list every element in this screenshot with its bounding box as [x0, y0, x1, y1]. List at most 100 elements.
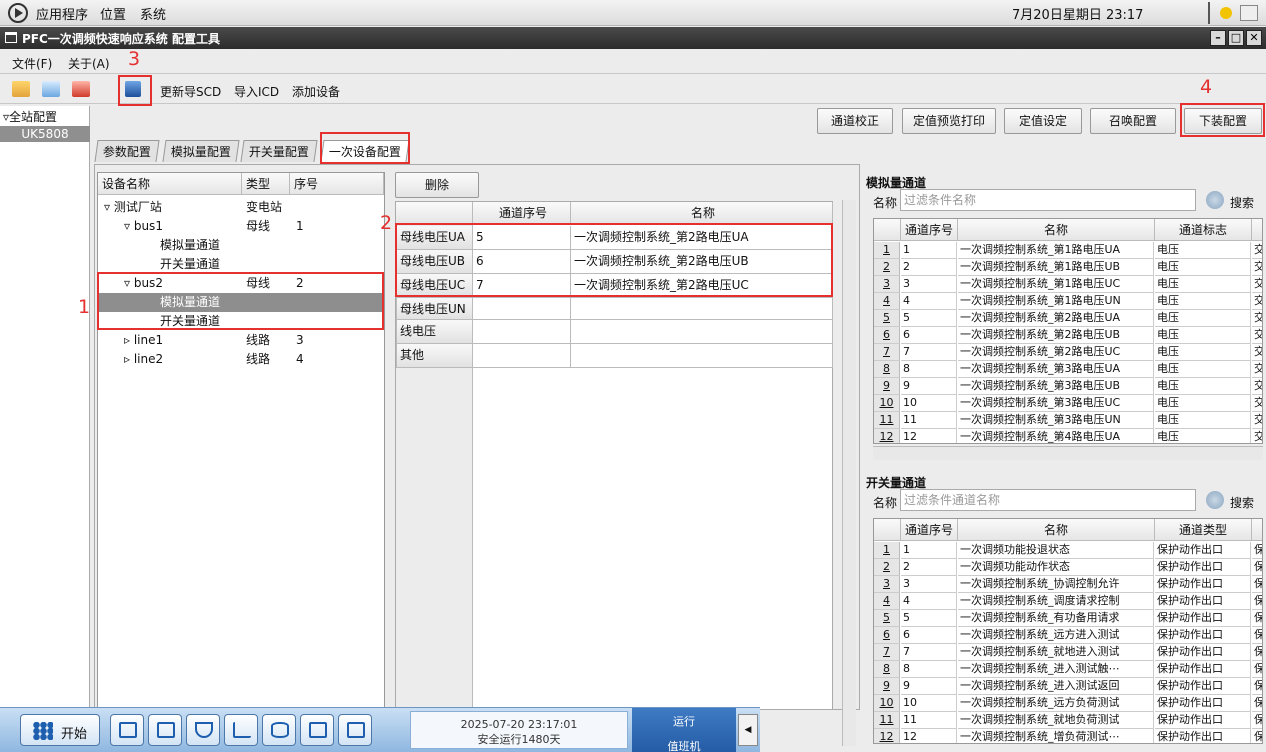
taskbar-monitor-icon[interactable]: [110, 714, 144, 746]
menu-applications[interactable]: 应用程序: [36, 4, 88, 23]
mapping-cell-no-line[interactable]: [473, 320, 571, 344]
switch-search-button[interactable]: 搜索: [1230, 494, 1254, 511]
menu-file[interactable]: 文件(F): [12, 55, 52, 72]
taskbar-search-doc-icon[interactable]: [300, 714, 334, 746]
analog-search-icon[interactable]: [1206, 191, 1224, 209]
analog-row[interactable]: 77一次调频控制系统_第2路电压UC电压交: [874, 344, 1262, 361]
switch-row[interactable]: 44一次调频控制系统_调度请求控制保护动作出口保: [874, 593, 1262, 610]
mapping-cell-name-line[interactable]: [571, 320, 833, 344]
switch-row[interactable]: 1010一次调频控制系统_远方负荷测试保护动作出口保: [874, 695, 1262, 712]
analog-row[interactable]: 55一次调频控制系统_第2路电压UA电压交: [874, 310, 1262, 327]
mapping-row-label-un[interactable]: 母线电压UN: [396, 298, 473, 320]
channel-calibrate-button[interactable]: 通道校正: [817, 108, 893, 134]
add-device-button[interactable]: 添加设备: [292, 83, 340, 100]
maximize-button[interactable]: □: [1228, 30, 1244, 46]
switch-row[interactable]: 99一次调频控制系统_进入测试返回保护动作出口保: [874, 678, 1262, 695]
mapping-vertical-scrollbar[interactable]: [842, 200, 856, 746]
mapping-cell-no-other[interactable]: [473, 344, 571, 368]
taskbar-chart-icon[interactable]: [224, 714, 258, 746]
analog-row[interactable]: 88一次调频控制系统_第3路电压UA电压交: [874, 361, 1262, 378]
analog-row[interactable]: 66一次调频控制系统_第2路电压UB电压交: [874, 327, 1262, 344]
tab-switch-config[interactable]: 开关量配置: [240, 140, 318, 162]
start-label: 开始: [61, 727, 88, 742]
switch-row[interactable]: 55一次调频控制系统_有功备用请求保护动作出口保: [874, 610, 1262, 627]
menu-places[interactable]: 位置: [100, 4, 126, 23]
close-button[interactable]: ✕: [1246, 30, 1262, 46]
switch-filter-input[interactable]: 过滤条件通道名称: [900, 489, 1196, 511]
taskbar-database-icon[interactable]: [262, 714, 296, 746]
mapping-row-label-line-voltage[interactable]: 线电压: [396, 320, 473, 344]
tree-row-line2[interactable]: ▹ line2 线路 4: [98, 350, 384, 369]
switch-row[interactable]: 1111一次调频控制系统_就地负荷测试保护动作出口保: [874, 712, 1262, 729]
analog-row[interactable]: 1212一次调频控制系统_第4路电压UA电压交: [874, 429, 1262, 443]
switch-row[interactable]: 88一次调频控制系统_进入测试触⋯保护动作出口保: [874, 661, 1262, 678]
switch-col-name[interactable]: 名称: [958, 519, 1155, 541]
switch-row[interactable]: 11一次调频功能投退状态保护动作出口保: [874, 542, 1262, 559]
tree-row-bus1-analog[interactable]: 模拟量通道: [98, 236, 384, 255]
import-icd-button[interactable]: 导入ICD: [234, 83, 279, 100]
preview-print-button[interactable]: 定值预览打印: [902, 108, 996, 134]
col-channel-number[interactable]: 通道序号: [473, 202, 571, 224]
tray-notification-icon[interactable]: [1220, 7, 1232, 19]
analog-horizontal-scrollbar[interactable]: [873, 446, 1263, 460]
analog-row[interactable]: 22一次调频控制系统_第1路电压UB电压交: [874, 259, 1262, 276]
tab-analog-config[interactable]: 模拟量配置: [162, 140, 240, 162]
app-menu-logo-icon[interactable]: [8, 3, 28, 23]
update-scd-button[interactable]: 更新导SCD: [160, 83, 221, 100]
analog-search-button[interactable]: 搜索: [1230, 194, 1254, 211]
col-channel-name[interactable]: 名称: [571, 202, 833, 224]
mapping-cell-no-un[interactable]: [473, 298, 571, 320]
open-folder-icon[interactable]: [12, 81, 30, 97]
switch-row[interactable]: 33一次调频控制系统_协调控制允许保护动作出口保: [874, 576, 1262, 593]
tray-keyboard-icon[interactable]: [1240, 5, 1258, 21]
mapping-cell-name-other[interactable]: [571, 344, 833, 368]
start-button[interactable]: 开始: [20, 714, 100, 746]
mapping-cell-name-un[interactable]: [571, 298, 833, 320]
switch-row[interactable]: 22一次调频功能动作状态保护动作出口保: [874, 559, 1262, 576]
switch-cell-c: 保护动作出口: [1155, 542, 1251, 559]
analog-row[interactable]: 99一次调频控制系统_第3路电压UB电压交: [874, 378, 1262, 395]
tree-item-uk5808[interactable]: UK5808: [0, 126, 90, 142]
analog-row[interactable]: 11一次调频控制系统_第1路电压UA电压交: [874, 242, 1262, 259]
switch-row[interactable]: 66一次调频控制系统_远方进入测试保护动作出口保: [874, 627, 1262, 644]
analog-filter-input[interactable]: 过滤条件名称: [900, 189, 1196, 211]
minimize-button[interactable]: –: [1210, 30, 1226, 46]
taskbar-shield-icon[interactable]: [186, 714, 220, 746]
analog-col-number[interactable]: 通道序号: [901, 219, 958, 241]
book-icon[interactable]: [42, 81, 60, 97]
menu-about[interactable]: 关于(A): [68, 55, 110, 72]
export-icon[interactable]: [72, 81, 90, 97]
taskbar-logout-icon[interactable]: [338, 714, 372, 746]
tab-parameter-config[interactable]: 参数配置: [94, 140, 160, 162]
call-config-button[interactable]: 召唤配置: [1090, 108, 1176, 134]
window-titlebar: PFC一次调频快速响应系统 配置工具 – □ ✕: [0, 27, 1266, 49]
tree-root-all-station[interactable]: ▿全站配置: [3, 108, 57, 125]
analog-col-name[interactable]: 名称: [958, 219, 1155, 241]
tree-row-station[interactable]: ▿ 测试厂站 变电站: [98, 198, 384, 217]
tree-row-bus1[interactable]: ▿ bus1 母线 1: [98, 217, 384, 236]
switch-cell-d: 保: [1252, 678, 1262, 695]
switch-col-type[interactable]: 通道类型: [1155, 519, 1252, 541]
switch-row[interactable]: 1212一次调频控制系统_增负荷测试⋯保护动作出口保: [874, 729, 1262, 743]
col-device-number[interactable]: 序号: [290, 173, 384, 195]
switch-search-icon[interactable]: [1206, 491, 1224, 509]
switch-col-number[interactable]: 通道序号: [901, 519, 958, 541]
col-device-name[interactable]: 设备名称: [98, 173, 242, 195]
taskbar-display-icon[interactable]: [148, 714, 182, 746]
delete-button[interactable]: 删除: [395, 172, 479, 198]
analog-row[interactable]: 1010一次调频控制系统_第3路电压UC电压交: [874, 395, 1262, 412]
switch-cell-n: 3: [874, 576, 900, 593]
analog-row[interactable]: 33一次调频控制系统_第1路电压UC电压交: [874, 276, 1262, 293]
analog-row[interactable]: 44一次调频控制系统_第1路电压UN电压交: [874, 293, 1262, 310]
tree-row-line1[interactable]: ▹ line1 线路 3: [98, 331, 384, 350]
col-device-type[interactable]: 类型: [242, 173, 290, 195]
analog-col-flag[interactable]: 通道标志: [1155, 219, 1252, 241]
taskbar-collapse-arrow-icon[interactable]: ◀: [738, 714, 758, 746]
switch-row[interactable]: 77一次调频控制系统_就地进入测试保护动作出口保: [874, 644, 1262, 661]
analog-cell-b: 一次调频控制系统_第3路电压UC: [958, 395, 1154, 412]
mapping-row-label-other[interactable]: 其他: [396, 344, 473, 368]
menu-system[interactable]: 系统: [140, 4, 166, 23]
system-clock[interactable]: 7月20日星期日 23:17: [1012, 4, 1143, 23]
setting-button[interactable]: 定值设定: [1004, 108, 1082, 134]
analog-row[interactable]: 1111一次调频控制系统_第3路电压UN电压交: [874, 412, 1262, 429]
